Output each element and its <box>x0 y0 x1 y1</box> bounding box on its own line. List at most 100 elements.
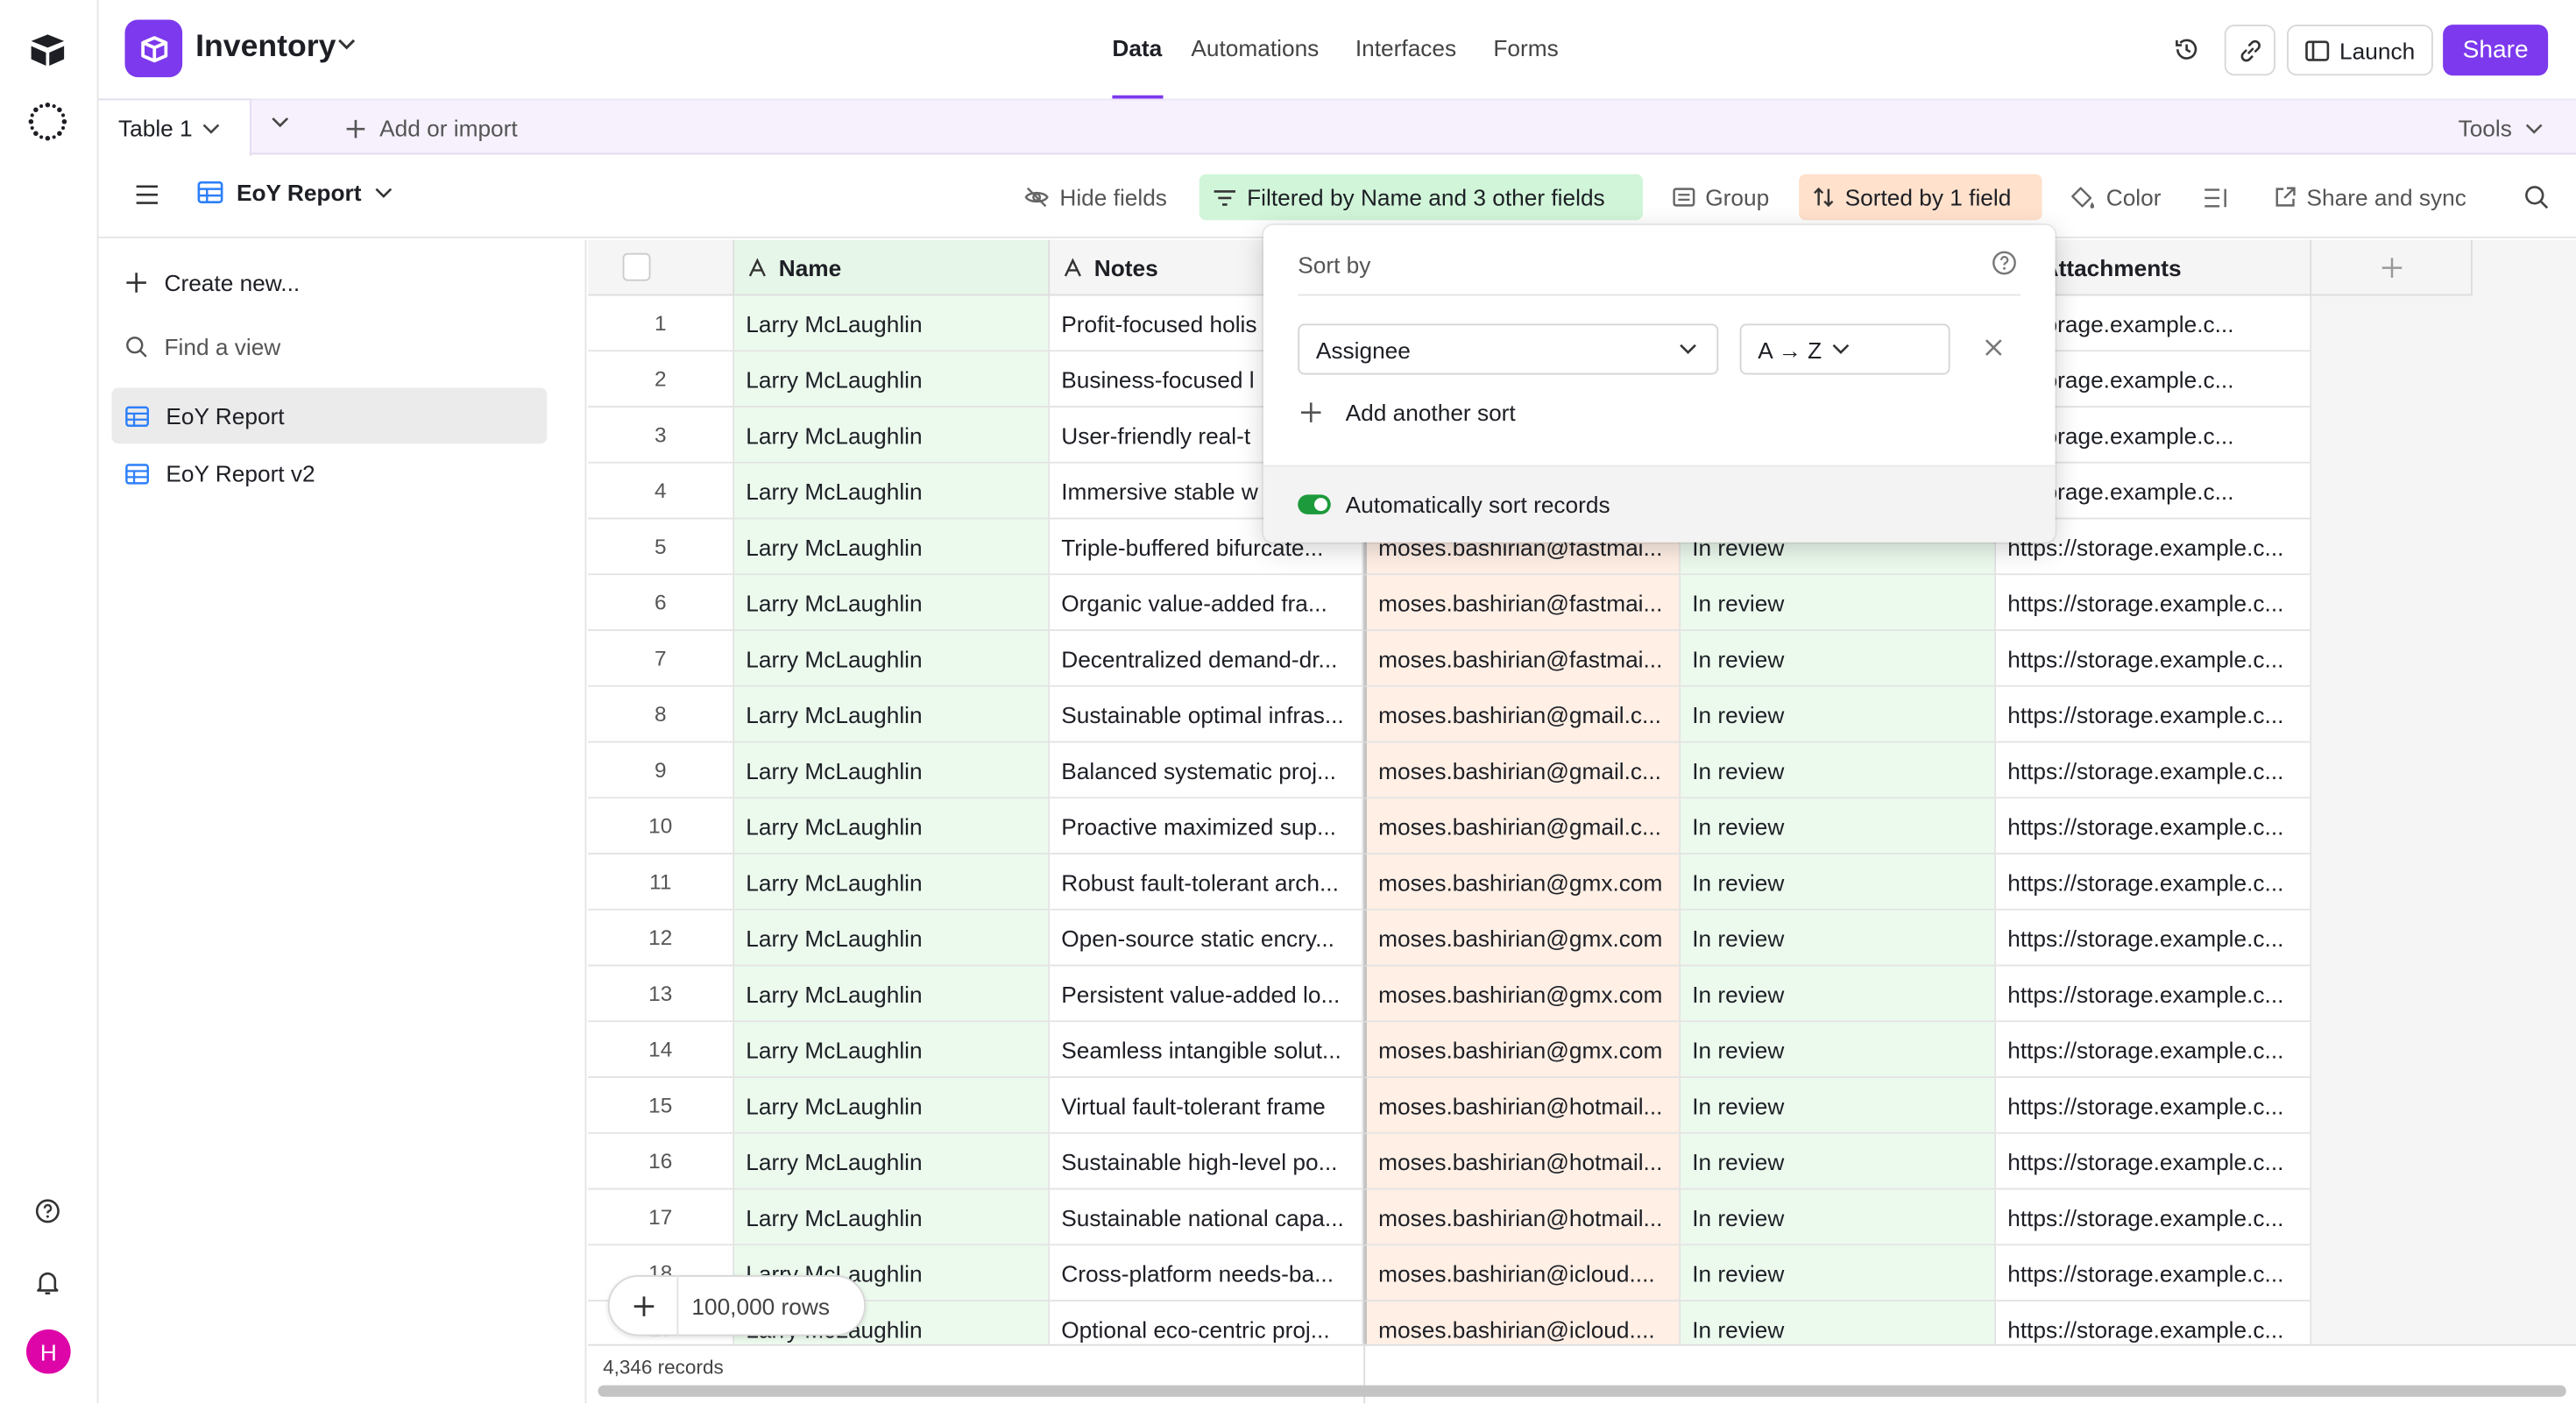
attachments-cell[interactable]: https://storage.example.c... <box>1996 742 2312 799</box>
color-button[interactable]: Color <box>2057 174 2175 221</box>
notes-cell[interactable]: Sustainable high-level po... <box>1050 1133 1364 1190</box>
row-number[interactable]: 3 <box>588 408 735 464</box>
notes-cell[interactable]: Virtual fault-tolerant frame <box>1050 1078 1364 1134</box>
row-number[interactable]: 6 <box>588 575 735 631</box>
status-cell[interactable]: In review <box>1681 1245 1997 1301</box>
chevron-down-icon[interactable] <box>202 123 221 134</box>
notes-cell[interactable]: Proactive maximized sup... <box>1050 798 1364 854</box>
table-row[interactable]: 12 Larry McLaughlin Open-source static enc… <box>588 910 2312 967</box>
attachments-cell[interactable]: https://storage.example.c... <box>1996 966 2312 1023</box>
hide-fields-button[interactable]: Hide fields <box>1010 174 1180 221</box>
search-icon[interactable] <box>2523 184 2550 210</box>
row-number[interactable]: 16 <box>588 1133 735 1190</box>
table-row[interactable]: 16 Larry McLaughlin Sustainable high-level… <box>588 1133 2312 1190</box>
assignee-cell[interactable]: moses.bashirian@hotmail... <box>1363 1189 1681 1246</box>
name-cell[interactable]: Larry McLaughlin <box>734 575 1051 631</box>
assignee-cell[interactable]: moses.bashirian@gmail.c... <box>1363 798 1681 854</box>
status-cell[interactable]: In review <box>1681 966 1997 1023</box>
status-cell[interactable]: In review <box>1681 1133 1997 1190</box>
row-number[interactable]: 11 <box>588 854 735 911</box>
notes-cell[interactable]: Sustainable national capa... <box>1050 1189 1364 1246</box>
assignee-cell[interactable]: moses.bashirian@gmx.com <box>1363 910 1681 967</box>
assignee-cell[interactable]: moses.bashirian@hotmail... <box>1363 1133 1681 1190</box>
name-cell[interactable]: Larry McLaughlin <box>734 966 1051 1023</box>
sidebar-item-eoy-report-v2[interactable]: EoY Report v2 <box>112 445 548 501</box>
row-number[interactable]: 14 <box>588 1022 735 1078</box>
name-cell[interactable]: Larry McLaughlin <box>734 631 1051 687</box>
row-number[interactable]: 15 <box>588 1078 735 1134</box>
add-record-button[interactable]: 100,000 rows <box>607 1275 867 1337</box>
horizontal-scrollbar[interactable] <box>598 1385 2566 1397</box>
row-number[interactable]: 10 <box>588 798 735 854</box>
sidebar-item-eoy-report[interactable]: EoY Report <box>111 387 548 444</box>
create-new-view-button[interactable]: Create new... <box>112 255 548 311</box>
assignee-cell[interactable]: moses.bashirian@icloud.... <box>1363 1245 1681 1301</box>
notes-cell[interactable]: Balanced systematic proj... <box>1050 742 1364 799</box>
name-cell[interactable]: Larry McLaughlin <box>734 408 1051 464</box>
table-tab[interactable]: Table 1 <box>98 98 251 157</box>
copy-link-icon[interactable] <box>2224 25 2275 76</box>
status-cell[interactable]: In review <box>1681 1189 1997 1246</box>
name-cell[interactable]: Larry McLaughlin <box>734 1022 1051 1078</box>
name-cell[interactable]: Larry McLaughlin <box>734 295 1051 352</box>
name-cell[interactable]: Larry McLaughlin <box>734 910 1051 967</box>
status-cell[interactable]: In review <box>1681 631 1997 687</box>
name-cell[interactable]: Larry McLaughlin <box>734 1133 1051 1190</box>
view-switcher[interactable]: EoY Report <box>197 179 393 205</box>
status-cell[interactable]: In review <box>1681 1078 1997 1134</box>
assignee-cell[interactable]: moses.bashirian@gmail.c... <box>1363 742 1681 799</box>
tools-menu[interactable]: Tools <box>2459 115 2544 141</box>
table-row[interactable]: 13 Larry McLaughlin Persistent value-added… <box>588 966 2312 1023</box>
attachments-cell[interactable]: https://storage.example.c... <box>1996 1022 2312 1078</box>
status-cell[interactable]: In review <box>1681 742 1997 799</box>
notes-cell[interactable]: Decentralized demand-dr... <box>1050 631 1364 687</box>
notifications-bell-icon[interactable] <box>28 1262 67 1301</box>
row-number[interactable]: 4 <box>588 463 735 520</box>
column-header-name[interactable]: Name <box>734 239 1051 296</box>
more-tables-chevron-icon[interactable] <box>271 117 289 128</box>
user-avatar[interactable]: H <box>26 1329 71 1374</box>
omni-spinner-icon[interactable] <box>28 102 67 141</box>
name-cell[interactable]: Larry McLaughlin <box>734 519 1051 576</box>
find-view-input[interactable]: Find a view <box>112 319 548 375</box>
status-cell[interactable]: In review <box>1681 1301 1997 1344</box>
table-row[interactable]: 17 Larry McLaughlin Sustainable national c… <box>588 1189 2312 1246</box>
base-title[interactable]: Inventory <box>195 30 336 66</box>
row-number[interactable]: 7 <box>588 631 735 687</box>
tab-automations[interactable]: Automations <box>1191 34 1319 60</box>
row-number[interactable]: 2 <box>588 351 735 408</box>
attachments-cell[interactable]: https://storage.example.c... <box>1996 910 2312 967</box>
auto-sort-toggle[interactable] <box>1298 494 1331 514</box>
notes-cell[interactable]: Sustainable optimal infras... <box>1050 686 1364 743</box>
table-row[interactable]: 14 Larry McLaughlin Seamless intangible so… <box>588 1022 2312 1078</box>
name-cell[interactable]: Larry McLaughlin <box>734 1078 1051 1134</box>
chevron-down-icon[interactable] <box>336 38 357 51</box>
share-and-sync-button[interactable]: Share and sync <box>2261 174 2480 221</box>
attachments-cell[interactable]: https://storage.example.c... <box>1996 686 2312 743</box>
help-icon[interactable] <box>1992 250 2018 276</box>
notes-cell[interactable]: Robust fault-tolerant arch... <box>1050 854 1364 911</box>
group-button[interactable]: Group <box>1660 174 1782 221</box>
tab-interfaces[interactable]: Interfaces <box>1355 34 1456 60</box>
sort-field-select[interactable]: Assignee <box>1298 323 1719 375</box>
history-icon[interactable] <box>2161 23 2213 75</box>
sort-button[interactable]: Sorted by 1 field <box>1799 174 2042 221</box>
assignee-cell[interactable]: moses.bashirian@gmx.com <box>1363 966 1681 1023</box>
row-number[interactable]: 1 <box>588 295 735 352</box>
table-row[interactable]: 15 Larry McLaughlin Virtual fault-tolerant… <box>588 1078 2312 1134</box>
table-row[interactable]: 9 Larry McLaughlin Balanced systematic pro… <box>588 742 2312 799</box>
name-cell[interactable]: Larry McLaughlin <box>734 463 1051 520</box>
status-cell[interactable]: In review <box>1681 1022 1997 1078</box>
name-cell[interactable]: Larry McLaughlin <box>734 798 1051 854</box>
name-cell[interactable]: Larry McLaughlin <box>734 742 1051 799</box>
table-row[interactable]: 10 Larry McLaughlin Proactive maximized su… <box>588 798 2312 854</box>
attachments-cell[interactable]: https://storage.example.c... <box>1996 1078 2312 1134</box>
tab-data[interactable]: Data <box>1112 34 1162 60</box>
attachments-cell[interactable]: https://storage.example.c... <box>1996 1301 2312 1344</box>
notes-cell[interactable]: Open-source static encry... <box>1050 910 1364 967</box>
notes-cell[interactable]: Persistent value-added lo... <box>1050 966 1364 1023</box>
sidebar-toggle-icon[interactable] <box>135 184 159 205</box>
row-number[interactable]: 8 <box>588 686 735 743</box>
name-cell[interactable]: Larry McLaughlin <box>734 686 1051 743</box>
add-or-import-button[interactable]: Add or import <box>345 115 518 141</box>
